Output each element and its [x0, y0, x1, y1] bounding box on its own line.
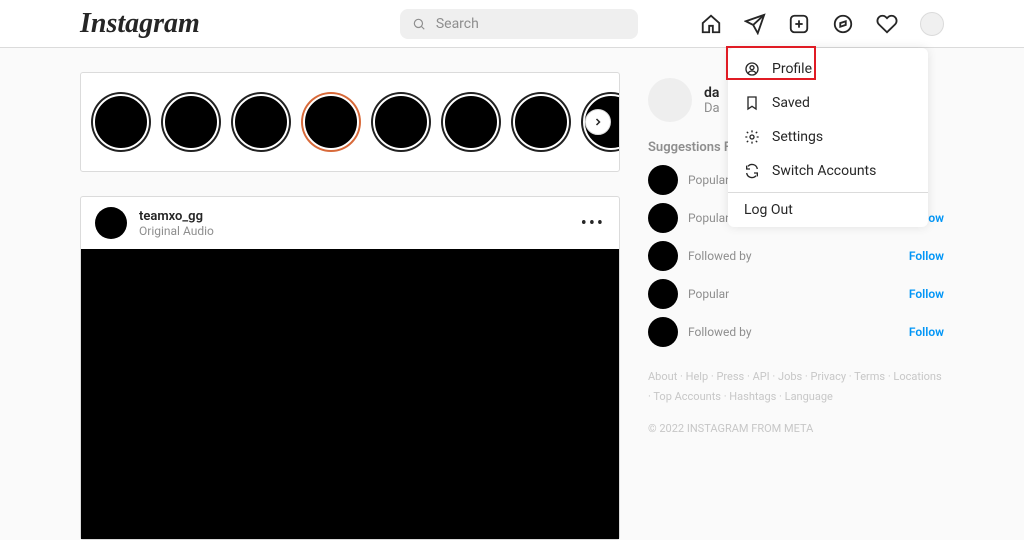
- story-avatar[interactable]: [163, 94, 219, 150]
- suggestion-subtext: Followed by: [688, 325, 752, 339]
- switch-icon: [744, 163, 760, 179]
- activity-icon[interactable]: [876, 13, 898, 35]
- suggestion-subtext: Followed by: [688, 249, 752, 263]
- profile-avatar-button[interactable]: [920, 12, 944, 36]
- post-subtitle[interactable]: Original Audio: [139, 224, 214, 238]
- feed-column: teamxo_gg Original Audio •••: [80, 72, 620, 540]
- home-icon[interactable]: [700, 13, 722, 35]
- side-column: Profile Saved Settings Switch Accounts L…: [648, 72, 944, 540]
- story-avatar[interactable]: [233, 94, 289, 150]
- search-icon: [412, 17, 426, 31]
- search-placeholder: Search: [436, 16, 479, 32]
- story-avatar[interactable]: [443, 94, 499, 150]
- profile-icon: [744, 61, 760, 77]
- stories-next-button[interactable]: [585, 109, 611, 135]
- post-more-button[interactable]: •••: [581, 213, 605, 234]
- suggestion-avatar[interactable]: [648, 165, 678, 195]
- suggestion-avatar[interactable]: [648, 241, 678, 271]
- feed-post: teamxo_gg Original Audio •••: [80, 196, 620, 540]
- logo[interactable]: Instagram: [80, 8, 200, 40]
- suggestion-avatar[interactable]: [648, 279, 678, 309]
- main: teamxo_gg Original Audio ••• Profile Sav…: [0, 48, 1024, 540]
- side-user-display: Da: [704, 101, 720, 116]
- suggestion-subtext: Popular: [688, 211, 729, 225]
- menu-item-saved[interactable]: Saved: [728, 86, 928, 120]
- menu-label: Log Out: [744, 202, 793, 218]
- menu-item-logout[interactable]: Log Out: [728, 193, 928, 227]
- search-input[interactable]: Search: [400, 9, 638, 39]
- top-nav: Instagram Search: [0, 0, 1024, 48]
- menu-item-profile[interactable]: Profile: [728, 52, 928, 86]
- post-author-avatar[interactable]: [95, 207, 127, 239]
- menu-item-switch[interactable]: Switch Accounts: [728, 154, 928, 188]
- story-avatar[interactable]: [93, 94, 149, 150]
- story-avatar[interactable]: [513, 94, 569, 150]
- messages-icon[interactable]: [744, 13, 766, 35]
- footer-copyright: © 2022 INSTAGRAM FROM META: [648, 419, 944, 439]
- follow-button[interactable]: Follow: [909, 249, 944, 263]
- profile-menu: Profile Saved Settings Switch Accounts L…: [728, 48, 928, 227]
- side-user-username[interactable]: da: [704, 85, 720, 101]
- story-avatar[interactable]: [303, 94, 359, 150]
- bookmark-icon: [744, 95, 760, 111]
- follow-button[interactable]: Follow: [909, 325, 944, 339]
- explore-icon[interactable]: [832, 13, 854, 35]
- chevron-right-icon: [592, 116, 604, 128]
- suggestion-avatar[interactable]: [648, 203, 678, 233]
- post-header: teamxo_gg Original Audio •••: [81, 197, 619, 249]
- menu-label: Profile: [772, 61, 812, 77]
- footer: About · Help · Press · API · Jobs · Priv…: [648, 367, 944, 438]
- post-media[interactable]: [81, 249, 619, 539]
- suggestion-subtext: Popular: [688, 173, 729, 187]
- suggestion-row: Followed by Follow: [648, 241, 944, 271]
- suggestion-subtext: Popular: [688, 287, 729, 301]
- menu-label: Saved: [772, 95, 810, 111]
- menu-label: Switch Accounts: [772, 163, 876, 179]
- gear-icon: [744, 129, 760, 145]
- menu-item-settings[interactable]: Settings: [728, 120, 928, 154]
- suggestion-row: Followed by Follow: [648, 317, 944, 347]
- stories-tray: [80, 72, 620, 172]
- new-post-icon[interactable]: [788, 13, 810, 35]
- menu-label: Settings: [772, 129, 823, 145]
- suggestions-title: Suggestions F: [648, 140, 731, 155]
- suggestion-row: Popular Follow: [648, 279, 944, 309]
- suggestion-avatar[interactable]: [648, 317, 678, 347]
- story-avatar[interactable]: [373, 94, 429, 150]
- footer-links[interactable]: About · Help · Press · API · Jobs · Priv…: [648, 367, 944, 407]
- side-user-avatar[interactable]: [648, 78, 692, 122]
- follow-button[interactable]: Follow: [909, 287, 944, 301]
- nav-icons: [700, 12, 944, 36]
- post-author-username[interactable]: teamxo_gg: [139, 209, 214, 224]
